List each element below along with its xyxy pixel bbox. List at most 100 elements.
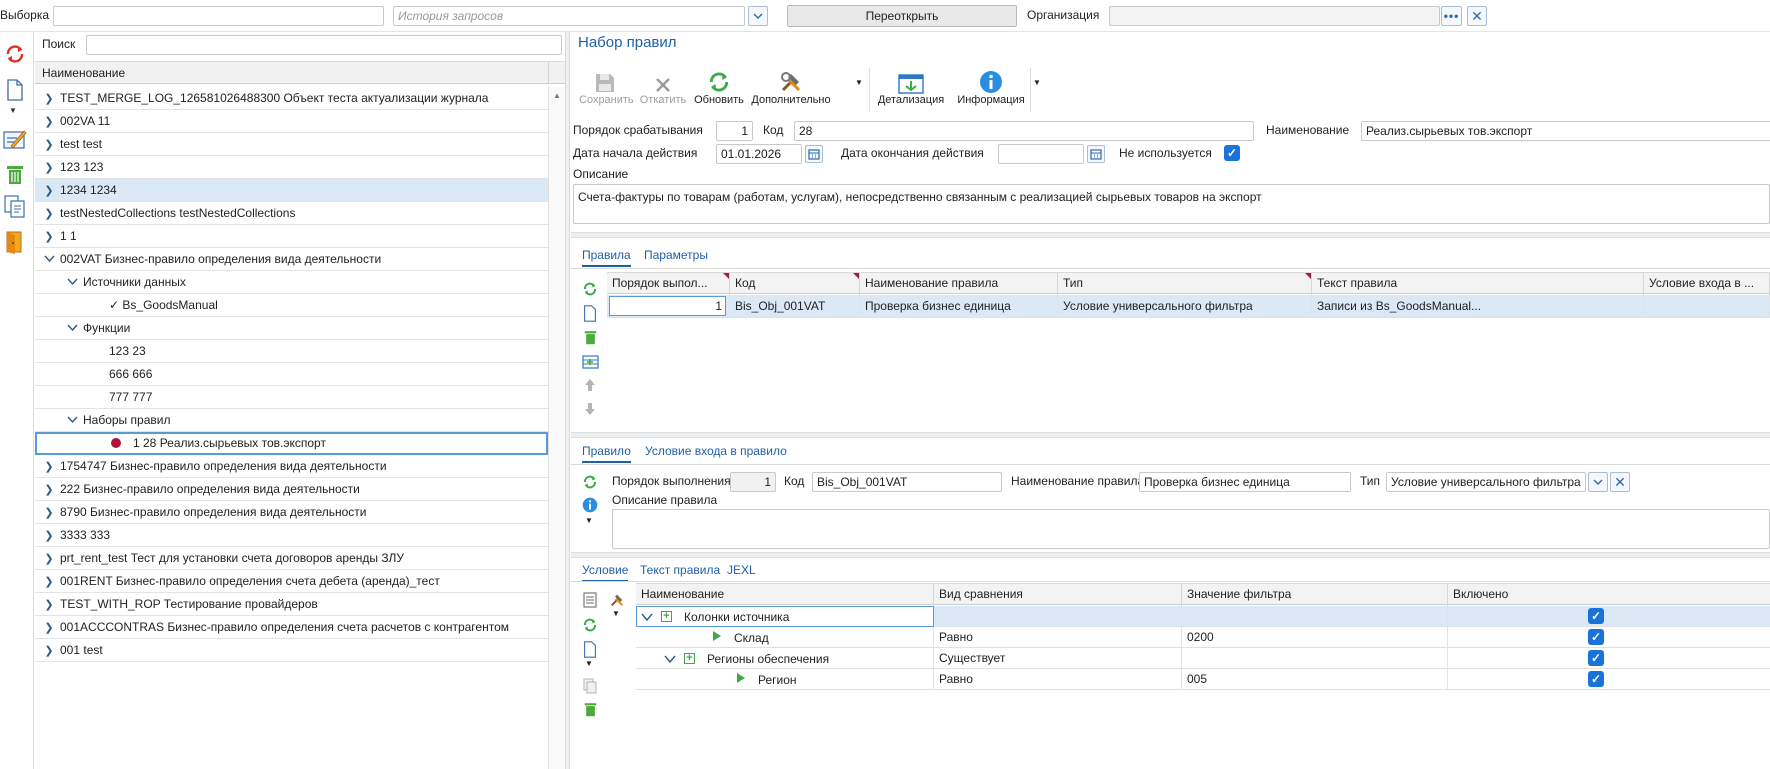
table-row[interactable]: 1 Bis_Obj_001VAT Проверка бизнес единица… [607,295,1770,318]
rule-description-textarea[interactable] [612,509,1770,549]
refresh-ruleset-button[interactable]: Обновить [693,66,745,114]
rule-order-input[interactable]: 1 [730,472,776,492]
query-history-input[interactable]: История запросов [393,6,745,26]
tree-item[interactable]: ❯ test test [35,133,548,156]
tree-item[interactable]: Функции [35,317,548,340]
chevron-down-icon[interactable] [66,414,78,426]
tree-item[interactable]: 777 777 [35,386,548,409]
code-input[interactable]: 28 [794,121,1254,141]
more-dropdown-icon[interactable]: ▼ [855,78,863,87]
tree-item[interactable]: ✓ Bs_GoodsManual [35,294,548,317]
chevron-right-icon[interactable]: ❯ [43,115,55,128]
chevron-right-icon[interactable]: ❯ [43,644,55,657]
cell-type[interactable]: Условие универсального фильтра [1058,295,1312,318]
chevron-right-icon[interactable]: ❯ [43,598,55,611]
cell-compare[interactable]: Равно [934,627,1182,648]
cell-compare[interactable] [934,606,1182,627]
enabled-checkbox[interactable]: ✓ [1588,629,1604,645]
tree-column-name[interactable]: Наименование [42,66,125,80]
grid-refresh-button[interactable] [581,280,599,298]
tab-parameters[interactable]: Параметры [644,248,708,265]
chevron-down-icon[interactable] [66,276,78,288]
grid-add-button[interactable] [581,304,599,322]
tree-item[interactable]: ❯ 1 1 [35,225,548,248]
save-button[interactable]: Сохранить [579,66,634,114]
tab-entry-condition[interactable]: Условие входа в правило [645,444,787,461]
tree-search-input[interactable] [86,35,562,55]
chevron-down-icon[interactable] [664,649,676,669]
more-button[interactable]: Дополнительно [751,66,831,114]
info-button[interactable]: Информация [954,66,1028,114]
end-date-input[interactable] [998,144,1084,164]
tree-item[interactable]: ❯ TEST_MERGE_LOG_126581026488300 Объект т… [35,87,548,110]
col-entry-condition[interactable]: Условие входа в ... [1644,273,1770,295]
end-date-picker-button[interactable] [1087,145,1105,163]
info-dropdown-icon[interactable]: ▼ [1033,78,1041,87]
col-cond-name[interactable]: Наименование [636,584,934,606]
tree-item[interactable]: 1 28 Реализ.сырьевых тов.экспорт [35,432,548,455]
rule-more-dropdown-icon[interactable]: ▼ [585,516,593,525]
rule-type-dropdown-button[interactable] [1588,472,1608,492]
cell-filter-value[interactable]: 0200 [1182,627,1448,648]
tab-rules[interactable]: Правила [582,248,631,267]
cond-delete-button[interactable] [581,700,599,718]
chevron-right-icon[interactable]: ❯ [43,207,55,220]
start-date-picker-button[interactable] [805,145,823,163]
chevron-right-icon[interactable]: ❯ [43,92,55,105]
grid-delete-button[interactable] [581,328,599,346]
unused-checkbox[interactable]: ✓ [1224,145,1240,161]
rule-refresh-button[interactable] [581,473,599,491]
cond-tools-button[interactable] [608,591,626,609]
tab-condition[interactable]: Условие [582,563,629,582]
cell-filter-value[interactable] [1182,648,1448,669]
enabled-checkbox[interactable]: ✓ [1588,671,1604,687]
chevron-right-icon[interactable]: ❯ [43,230,55,243]
chevron-down-icon[interactable] [43,253,55,265]
col-rule-name[interactable]: Наименование правила [860,273,1058,295]
tab-rule[interactable]: Правило [582,444,631,463]
cond-refresh-button[interactable] [581,616,599,634]
detail-button[interactable]: Детализация [873,66,949,114]
tree-item[interactable]: ❯ testNestedCollections testNestedCollect… [35,202,548,225]
tree-scrollbar[interactable]: ▲ [548,87,565,769]
history-dropdown-button[interactable] [748,6,768,26]
chevron-right-icon[interactable]: ❯ [43,506,55,519]
scroll-up-icon[interactable]: ▲ [553,91,561,100]
chevron-right-icon[interactable]: ❯ [43,483,55,496]
table-row[interactable]: + Регионы обеспечения Существует ✓ [636,648,1770,669]
cond-add-dropdown-icon[interactable]: ▼ [585,659,593,668]
cond-copy-button[interactable] [581,677,599,695]
tree-item[interactable]: ❯ 1754747 Бизнес-правило определения вида… [35,455,548,478]
start-date-input[interactable]: 01.01.2026 [716,144,802,164]
cond-tools-dropdown-icon[interactable]: ▼ [612,609,620,618]
chevron-down-icon[interactable] [66,322,78,334]
table-row[interactable]: Регион Равно 005 ✓ [636,669,1770,690]
grid-insert-button[interactable] [581,353,599,371]
organization-select-button[interactable]: ••• [1441,6,1462,26]
description-textarea[interactable]: Счета-фактуры по товарам (работам, услуг… [573,184,1770,224]
rule-type-clear-button[interactable]: ✕ [1610,472,1630,492]
cell-rule-text[interactable]: Записи из Bs_GoodsManual... [1312,295,1644,318]
selection-input[interactable] [53,6,384,26]
rule-name-input[interactable]: Проверка бизнес единица [1139,472,1351,492]
chevron-right-icon[interactable]: ❯ [43,575,55,588]
cell-entry-condition[interactable] [1644,295,1770,318]
col-filter-value[interactable]: Значение фильтра [1182,584,1448,606]
tree-item[interactable]: ❯ TEST_WITH_ROP Тестирование провайдеров [35,593,548,616]
tree-item[interactable]: ❯ 002VA 11 [35,110,548,133]
cell-filter-value[interactable]: 005 [1182,669,1448,690]
rule-info-button[interactable] [581,496,599,514]
enabled-checkbox[interactable]: ✓ [1588,650,1604,666]
tree-item[interactable]: 666 666 [35,363,548,386]
table-row[interactable]: Склад Равно 0200 ✓ [636,627,1770,648]
rule-type-select[interactable]: Условие универсального фильтра [1386,472,1586,492]
chevron-down-icon[interactable] [641,607,653,626]
copy-button[interactable] [3,195,27,219]
tree-item[interactable]: ❯ 123 123 [35,156,548,179]
chevron-right-icon[interactable]: ❯ [43,621,55,634]
col-enabled[interactable]: Включено [1448,584,1770,606]
organization-clear-button[interactable]: ✕ [1467,6,1487,26]
col-order[interactable]: Порядок выпол... [607,273,730,295]
tree-item[interactable]: Источники данных [35,271,548,294]
new-document-button[interactable] [3,78,27,102]
